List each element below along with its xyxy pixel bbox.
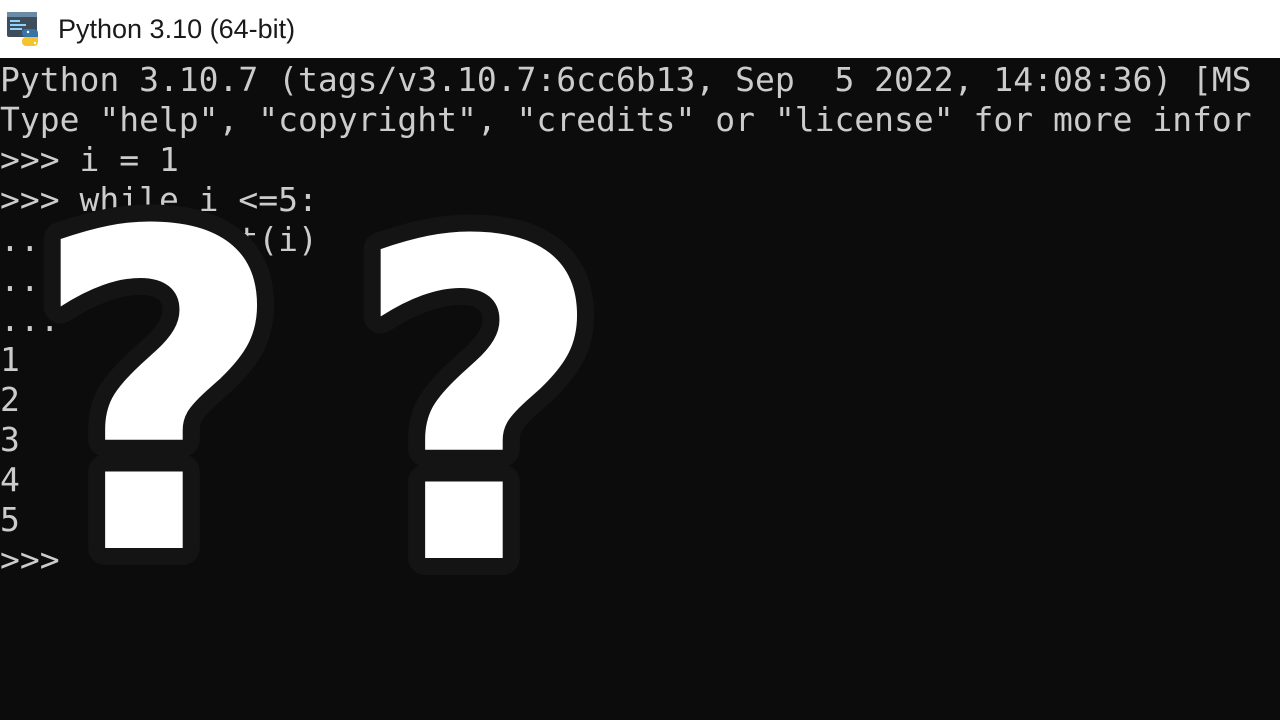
console-line-print: ... print(i): [0, 220, 318, 259]
console-line-continuation: ...: [0, 260, 60, 299]
banner-line-help: Type "help", "copyright", "credits" or "…: [0, 100, 1252, 139]
console-output[interactable]: Python 3.10.7 (tags/v3.10.7:6cc6b13, Sep…: [0, 58, 1280, 720]
console-line-continuation: ...: [0, 300, 60, 339]
title-bar[interactable]: Python 3.10 (64-bit): [0, 0, 1280, 58]
input-prompt[interactable]: >>>: [0, 540, 60, 580]
output-line-4: 4: [0, 460, 20, 499]
output-line-3: 3: [0, 420, 20, 459]
output-line-1: 1: [0, 340, 20, 379]
console-line-while: >>> while i <=5:: [0, 180, 318, 219]
python-console-window: Python 3.10 (64-bit) Python 3.10.7 (tags…: [0, 0, 1280, 720]
banner-line-version: Python 3.10.7 (tags/v3.10.7:6cc6b13, Sep…: [0, 60, 1252, 99]
window-title: Python 3.10 (64-bit): [58, 14, 296, 44]
python-terminal-icon: [7, 12, 38, 46]
output-line-5: 5: [0, 500, 20, 539]
output-line-2: 2: [0, 380, 20, 419]
console-line-assignment: >>> i = 1: [0, 140, 179, 179]
